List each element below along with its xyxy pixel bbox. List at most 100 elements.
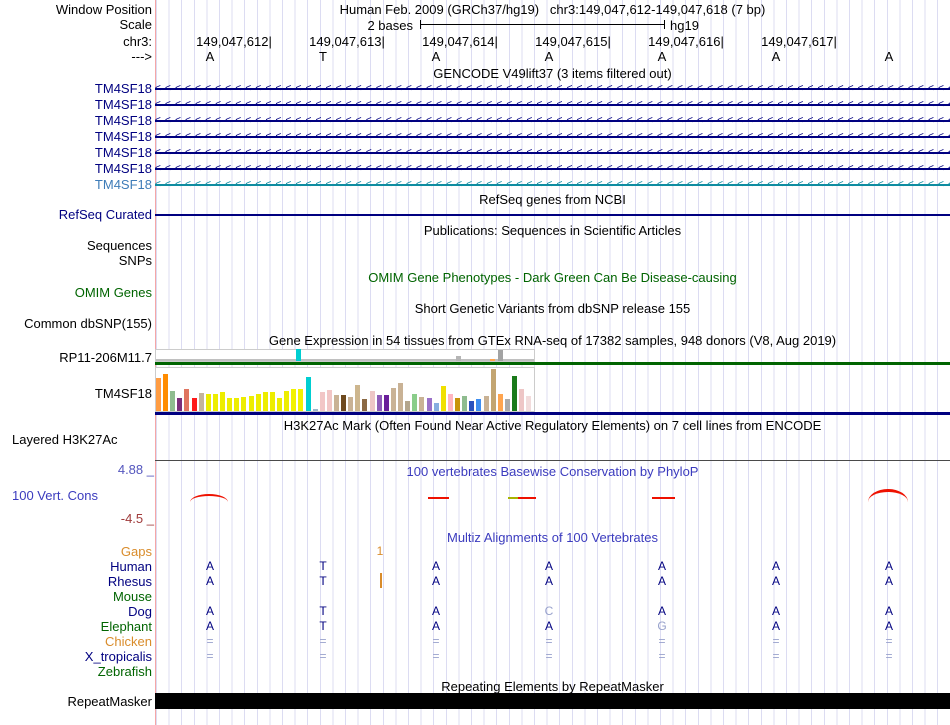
gencode-gene-label[interactable]: TM4SF18 — [0, 130, 152, 143]
gtex-expression-bar — [426, 398, 432, 411]
reference-base: A — [544, 49, 554, 64]
alignment-base: A — [771, 574, 780, 588]
gtex-expression-bar — [355, 385, 361, 411]
multiz-species-label[interactable]: X_tropicalis — [0, 650, 152, 663]
gencode-gene-row[interactable]: <<<<<<<<<<<<<<<<<<<<<<<<<<<<<<<<<<<<<<<<… — [155, 82, 950, 95]
gtex-expression-bar — [498, 350, 503, 361]
alignment-base: = — [319, 634, 327, 648]
alignment-base: A — [544, 619, 553, 633]
strand-direction-arrows: <<<<<<<<<<<<<<<<<<<<<<<<<<<<<<<<<<<<<<<<… — [155, 147, 950, 158]
dbsnp-track-title[interactable]: Short Genetic Variants from dbSNP releas… — [155, 302, 950, 315]
strand-arrow-label[interactable]: ---> — [0, 50, 152, 63]
gtex-expression-bar — [440, 386, 446, 411]
gencode-gene-row[interactable]: <<<<<<<<<<<<<<<<<<<<<<<<<<<<<<<<<<<<<<<<… — [155, 178, 950, 191]
gencode-gene-label[interactable]: TM4SF18 — [0, 162, 152, 175]
gencode-gene-label[interactable]: TM4SF18 — [0, 82, 152, 95]
gencode-gene-row[interactable]: <<<<<<<<<<<<<<<<<<<<<<<<<<<<<<<<<<<<<<<<… — [155, 130, 950, 143]
gencode-track-title[interactable]: GENCODE V49lift37 (3 items filtered out) — [155, 67, 950, 80]
scale-label: Scale — [119, 17, 152, 32]
multiz-species-label[interactable]: Rhesus — [0, 575, 152, 588]
gtex-gene2-label[interactable]: TM4SF18 — [0, 387, 152, 400]
multiz-species-label[interactable]: Chicken — [0, 635, 152, 648]
conservation-label[interactable]: 100 Vert. Cons — [12, 489, 98, 502]
strand-direction-arrows: <<<<<<<<<<<<<<<<<<<<<<<<<<<<<<<<<<<<<<<<… — [155, 115, 950, 126]
gencode-gene-row[interactable]: <<<<<<<<<<<<<<<<<<<<<<<<<<<<<<<<<<<<<<<<… — [155, 114, 950, 127]
repeatmasker-label[interactable]: RepeatMasker — [0, 695, 152, 708]
gtex-gene1-gene-line[interactable] — [155, 362, 950, 365]
alignment-base: A — [205, 619, 214, 633]
omim-track-title[interactable]: OMIM Gene Phenotypes - Dark Green Can Be… — [155, 271, 950, 284]
gtex-expression-bar — [476, 399, 482, 411]
repeatmasker-element-bar[interactable] — [155, 693, 950, 709]
conservation-axis-max: 4.88 _ — [117, 462, 154, 477]
gtex-expression-bar — [362, 399, 368, 411]
gencode-gene-row[interactable]: <<<<<<<<<<<<<<<<<<<<<<<<<<<<<<<<<<<<<<<<… — [155, 98, 950, 111]
reference-base: A — [431, 49, 441, 64]
gencode-gene-label[interactable]: TM4SF18 — [0, 98, 152, 111]
gtex-expression-bar — [490, 369, 496, 411]
multiz-species-label[interactable]: Human — [0, 560, 152, 573]
gtex-baseline — [156, 359, 534, 361]
reference-base: A — [884, 49, 894, 64]
multiz-species-label[interactable]: Gaps — [0, 545, 152, 558]
alignment-base: = — [206, 634, 214, 648]
gtex-expression-bar — [248, 396, 254, 411]
gtex-expression-bar — [284, 391, 290, 411]
ruler-position-number: 149,047,615| — [535, 34, 611, 49]
gtex-gene2-gene-line[interactable] — [155, 412, 950, 415]
alignment-base: G — [657, 619, 667, 633]
gencode-gene-label[interactable]: TM4SF18 — [0, 178, 152, 191]
alignment-base: A — [657, 604, 666, 618]
alignment-base: A — [771, 559, 780, 573]
insertion-tick — [380, 573, 382, 588]
gtex-expression-bar — [334, 395, 339, 411]
alignment-base: A — [771, 619, 780, 633]
gtex-expression-bar — [512, 376, 517, 411]
gtex-expression-bar — [348, 397, 354, 411]
gencode-gene-row[interactable]: <<<<<<<<<<<<<<<<<<<<<<<<<<<<<<<<<<<<<<<<… — [155, 146, 950, 159]
alignment-base: A — [431, 574, 440, 588]
phylop-line-olive — [508, 497, 518, 499]
alignment-base: = — [885, 634, 893, 648]
scale-bar — [420, 20, 665, 29]
repeatmasker-track-title[interactable]: Repeating Elements by RepeatMasker — [155, 680, 950, 693]
gencode-gene-label[interactable]: TM4SF18 — [0, 114, 152, 127]
refseq-gene-line[interactable] — [155, 214, 950, 216]
alignment-base: = — [772, 634, 780, 648]
alignment-base: A — [884, 604, 893, 618]
h3k27ac-track-title[interactable]: H3K27Ac Mark (Often Found Near Active Re… — [155, 419, 950, 432]
gtex-expression-bar — [369, 391, 375, 411]
multiz-species-label[interactable]: Zebrafish — [0, 665, 152, 678]
alignment-base: = — [545, 634, 553, 648]
omim-genes-label[interactable]: OMIM Genes — [0, 286, 152, 299]
gencode-gene-label[interactable]: TM4SF18 — [0, 146, 152, 159]
strand-direction-arrows: <<<<<<<<<<<<<<<<<<<<<<<<<<<<<<<<<<<<<<<<… — [155, 179, 950, 190]
refseq-track-title[interactable]: RefSeq genes from NCBI — [155, 193, 950, 206]
sequences-label[interactable]: Sequences — [0, 239, 152, 252]
alignment-base: = — [658, 634, 666, 648]
alignment-base: = — [432, 634, 440, 648]
gtex-gene1-label[interactable]: RP11-206M11.7 — [0, 351, 152, 364]
gtex-expression-bar — [462, 396, 468, 411]
common-dbsnp-label[interactable]: Common dbSNP(155) — [0, 317, 152, 330]
alignment-base: A — [657, 574, 666, 588]
multiz-track-title[interactable]: Multiz Alignments of 100 Vertebrates — [155, 531, 950, 544]
gtex-expression-bar — [291, 389, 297, 411]
publications-track-title[interactable]: Publications: Sequences in Scientific Ar… — [155, 224, 950, 237]
refseq-curated-label[interactable]: RefSeq Curated — [0, 208, 152, 221]
ruler-position-number: 149,047,616| — [648, 34, 724, 49]
gtex-track-title[interactable]: Gene Expression in 54 tissues from GTEx … — [155, 334, 950, 347]
multiz-species-label[interactable]: Dog — [0, 605, 152, 618]
gencode-gene-row[interactable]: <<<<<<<<<<<<<<<<<<<<<<<<<<<<<<<<<<<<<<<<… — [155, 162, 950, 175]
alignment-base: A — [544, 574, 553, 588]
genome-browser-image: Window Position Human Feb. 2009 (GRCh37/… — [0, 0, 950, 725]
gtex-expression-bar — [163, 374, 169, 411]
ruler-position-number: 149,047,614| — [422, 34, 498, 49]
multiz-species-label[interactable]: Mouse — [0, 590, 152, 603]
gtex-expression-bar — [184, 389, 190, 411]
snps-label[interactable]: SNPs — [0, 254, 152, 267]
multiz-species-label[interactable]: Elephant — [0, 620, 152, 633]
conservation-track-title[interactable]: 100 vertebrates Basewise Conservation by… — [155, 465, 950, 478]
gtex-expression-bar — [220, 392, 226, 411]
layered-h3k27ac-label[interactable]: Layered H3K27Ac — [12, 433, 118, 446]
